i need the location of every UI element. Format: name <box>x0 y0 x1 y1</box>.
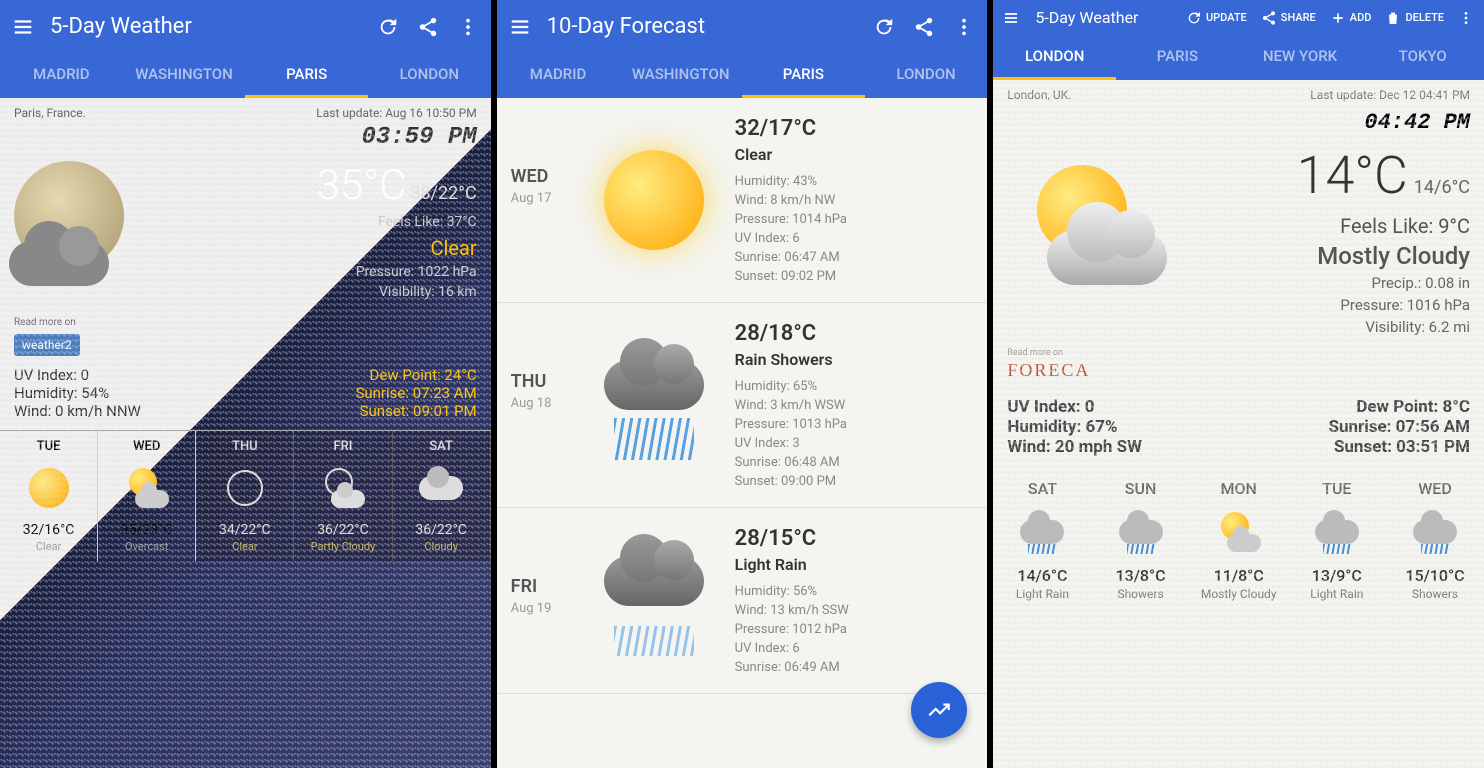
mostly-cloudy-icon <box>1007 145 1187 315</box>
overflow-icon[interactable] <box>1458 10 1474 26</box>
hilo-temp: 14/6°C <box>1414 177 1470 198</box>
light-rain-icon <box>589 526 719 675</box>
share-icon[interactable] <box>417 16 439 38</box>
showers-icon <box>1119 520 1163 544</box>
tab-paris[interactable]: PARIS <box>1116 35 1239 80</box>
pressure-label: Pressure: 1022 hPa <box>174 264 477 280</box>
refresh-icon[interactable] <box>377 16 399 38</box>
update-button[interactable]: UPDATE <box>1186 10 1247 26</box>
feels-like: Feels Like: 37°C <box>174 214 477 230</box>
precip-label: Precip.: 0.08 in <box>1187 274 1470 292</box>
forecast-row-thu[interactable]: THUAug 18 28/18°C Rain Showers Humidity:… <box>497 303 988 508</box>
tab-london[interactable]: LONDON <box>993 35 1116 80</box>
visibility-label: Visibility: 6.2 mi <box>1187 318 1470 336</box>
forecast-row-wed[interactable]: WEDAug 17 32/17°C Clear Humidity: 43% Wi… <box>497 98 988 303</box>
mostly-cloudy-icon <box>1217 512 1261 552</box>
tab-london[interactable]: LONDON <box>865 53 988 98</box>
menu-icon[interactable] <box>1003 10 1019 26</box>
light-rain-icon <box>1020 520 1064 544</box>
app-title: 10-Day Forecast <box>547 14 858 39</box>
chart-fab[interactable] <box>911 682 967 738</box>
forecast-row-fri[interactable]: FRIAug 19 28/15°C Light Rain Humidity: 5… <box>497 508 988 694</box>
menu-icon[interactable] <box>509 16 531 38</box>
tab-tokyo[interactable]: TOKYO <box>1361 35 1484 80</box>
visibility-label: Visibility: 16 km <box>174 284 477 300</box>
delete-button[interactable]: DELETE <box>1385 10 1444 26</box>
app-header: 10-Day Forecast <box>497 0 988 53</box>
rain-icon <box>589 321 719 489</box>
app-title: 5-Day Weather <box>50 14 361 39</box>
screen-5day-paris: 5-Day Weather MADRID WASHINGTON PARIS LO… <box>0 0 491 768</box>
tab-washington[interactable]: WASHINGTON <box>619 53 742 98</box>
share-icon[interactable] <box>913 16 935 38</box>
app-title: 5-Day Weather <box>1035 8 1170 27</box>
current-temp: 14°C <box>1297 145 1408 206</box>
tab-paris[interactable]: PARIS <box>245 53 368 98</box>
current-weather-icon <box>14 161 154 301</box>
showers-icon <box>1413 520 1457 544</box>
partly-cloudy-icon <box>125 468 169 508</box>
tab-madrid[interactable]: MADRID <box>497 53 620 98</box>
weather-content: London, UK. Last update: Dec 12 04:41 PM… <box>993 80 1484 768</box>
tab-madrid[interactable]: MADRID <box>0 53 123 98</box>
light-rain-icon <box>1315 520 1359 544</box>
share-button[interactable]: SHARE <box>1261 10 1316 26</box>
pressure-label: Pressure: 1016 hPa <box>1187 296 1470 314</box>
location-label: Paris, France. <box>14 106 86 120</box>
tab-paris[interactable]: PARIS <box>742 53 865 98</box>
partly-cloudy-icon <box>321 468 365 508</box>
app-header: 5-Day Weather UPDATE SHARE ADD DELETE <box>993 0 1484 35</box>
cloudy-icon <box>419 476 463 500</box>
city-tabs: LONDON PARIS NEW YORK TOKYO <box>993 35 1484 80</box>
tab-washington[interactable]: WASHINGTON <box>123 53 246 98</box>
last-update-label: Last update: Aug 16 10:50 PM <box>316 106 476 120</box>
current-temp: 35°C <box>317 161 407 210</box>
condition-label: Clear <box>174 236 477 260</box>
city-tabs: MADRID WASHINGTON PARIS LONDON <box>0 53 491 98</box>
city-tabs: MADRID WASHINGTON PARIS LONDON <box>497 53 988 98</box>
forecast-list[interactable]: WEDAug 17 32/17°C Clear Humidity: 43% Wi… <box>497 98 988 768</box>
overflow-icon[interactable] <box>457 16 479 38</box>
screen-10day-forecast: 10-Day Forecast MADRID WASHINGTON PARIS … <box>497 0 988 768</box>
tab-london[interactable]: LONDON <box>368 53 491 98</box>
hilo-temp: 38/22°C <box>410 183 476 204</box>
weather-content: Paris, France. Last update: Aug 16 10:50… <box>0 98 491 768</box>
sunny-icon <box>589 116 719 284</box>
tab-newyork[interactable]: NEW YORK <box>1239 35 1362 80</box>
add-button[interactable]: ADD <box>1330 10 1372 26</box>
screen-5day-london: 5-Day Weather UPDATE SHARE ADD DELETE LO… <box>993 0 1484 768</box>
app-header: 5-Day Weather <box>0 0 491 53</box>
clear-icon <box>227 470 263 506</box>
refresh-icon[interactable] <box>873 16 895 38</box>
menu-icon[interactable] <box>12 16 34 38</box>
overflow-icon[interactable] <box>953 16 975 38</box>
condition-label: Mostly Cloudy <box>1187 242 1470 270</box>
feels-like: Feels Like: 9°C <box>1187 214 1470 238</box>
